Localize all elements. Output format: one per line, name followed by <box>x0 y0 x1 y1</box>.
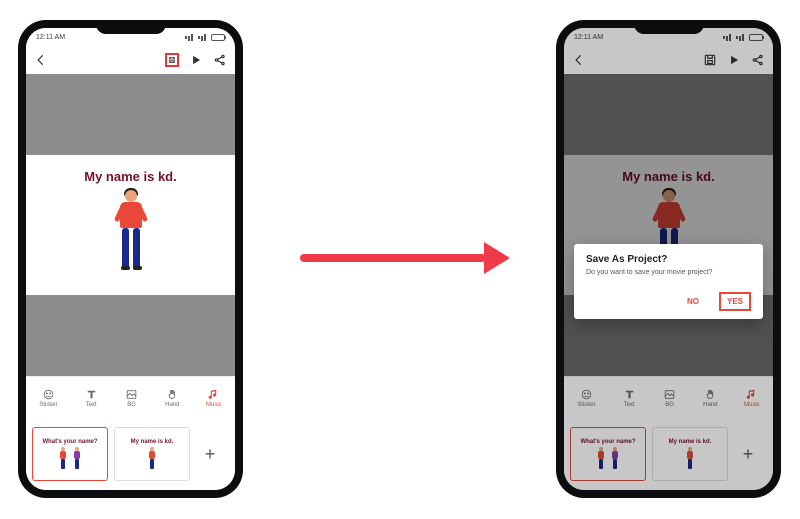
smile-icon <box>579 387 593 401</box>
bottom-toolbar: Sticker Text BG Hand Music <box>564 376 773 418</box>
tool-music[interactable]: Music <box>744 387 760 408</box>
music-icon <box>745 387 759 401</box>
save-project-icon[interactable] <box>703 53 717 67</box>
add-clip-button[interactable]: + <box>734 440 762 468</box>
modal-backdrop[interactable] <box>564 74 773 376</box>
tool-text[interactable]: Text <box>84 387 98 408</box>
tool-label: Music <box>206 402 222 408</box>
wifi-icon <box>736 34 746 41</box>
tool-label: Text <box>624 402 635 408</box>
status-time: 12:11 AM <box>574 34 603 41</box>
bg-icon <box>663 387 677 401</box>
clip-title: What's your name? <box>42 439 97 445</box>
music-icon <box>207 387 221 401</box>
save-project-dialog: Save As Project? Do you want to save you… <box>574 244 763 319</box>
tool-bg[interactable]: BG <box>663 387 677 408</box>
signal-icon <box>723 34 733 41</box>
bottom-toolbar: Sticker Text BG Hand Music <box>26 376 235 418</box>
share-icon[interactable] <box>213 53 227 67</box>
timeline-clip[interactable]: My name is kd. <box>652 427 728 481</box>
clip-title: My name is kd. <box>131 439 174 445</box>
share-icon[interactable] <box>751 53 765 67</box>
save-project-icon[interactable] <box>165 53 179 67</box>
clip-title: My name is kd. <box>669 439 712 445</box>
screen-after: 12:11 AM <box>564 28 773 490</box>
tool-sticker[interactable]: Sticker <box>39 387 57 408</box>
tool-hand[interactable]: Hand <box>165 387 179 408</box>
tool-music[interactable]: Music <box>206 387 222 408</box>
tool-label: Sticker <box>577 402 595 408</box>
slide-title: My name is kd. <box>84 169 176 184</box>
status-time: 12:11 AM <box>36 34 65 41</box>
current-slide[interactable]: My name is kd. <box>26 155 235 295</box>
tool-label: Hand <box>703 402 717 408</box>
app-bar <box>26 46 235 74</box>
dialog-no-button[interactable]: NO <box>681 294 705 309</box>
timeline[interactable]: What's your name? My name is kd. + <box>26 418 235 490</box>
bg-icon <box>125 387 139 401</box>
phone-frame-before: 12:11 AM <box>18 20 243 498</box>
dialog-actions: NO YES <box>586 292 751 311</box>
tool-sticker[interactable]: Sticker <box>577 387 595 408</box>
tool-label: Sticker <box>39 402 57 408</box>
status-indicators <box>185 34 225 41</box>
wifi-icon <box>198 34 208 41</box>
timeline-clip[interactable]: What's your name? <box>570 427 646 481</box>
editor-canvas: My name is kd. Save As Project? Do you w… <box>564 74 773 376</box>
dialog-yes-button[interactable]: YES <box>719 292 751 311</box>
hand-icon <box>165 387 179 401</box>
tool-label: Hand <box>165 402 179 408</box>
phone-frame-after: 12:11 AM <box>556 20 781 498</box>
smile-icon <box>41 387 55 401</box>
phone-notch <box>634 20 704 34</box>
character-sticker[interactable] <box>111 190 151 268</box>
back-icon[interactable] <box>572 53 586 67</box>
signal-icon <box>185 34 195 41</box>
tool-bg[interactable]: BG <box>125 387 139 408</box>
tool-text[interactable]: Text <box>622 387 636 408</box>
tool-label: Music <box>744 402 760 408</box>
text-icon <box>622 387 636 401</box>
battery-icon <box>211 34 225 41</box>
clip-title: What's your name? <box>580 439 635 445</box>
dialog-title: Save As Project? <box>586 254 751 265</box>
battery-icon <box>749 34 763 41</box>
hand-icon <box>703 387 717 401</box>
timeline-clip[interactable]: My name is kd. <box>114 427 190 481</box>
play-icon[interactable] <box>727 53 741 67</box>
timeline-clip[interactable]: What's your name? <box>32 427 108 481</box>
tool-label: BG <box>127 402 136 408</box>
timeline: What's your name? My name is kd. + <box>564 418 773 490</box>
play-icon[interactable] <box>189 53 203 67</box>
tutorial-two-phones: 12:11 AM <box>0 0 800 519</box>
tool-label: BG <box>665 402 674 408</box>
text-icon <box>84 387 98 401</box>
tool-hand[interactable]: Hand <box>703 387 717 408</box>
status-indicators <box>723 34 763 41</box>
back-icon[interactable] <box>34 53 48 67</box>
tool-label: Text <box>86 402 97 408</box>
screen-before: 12:11 AM <box>26 28 235 490</box>
app-bar <box>564 46 773 74</box>
add-clip-button[interactable]: + <box>196 440 224 468</box>
transition-arrow <box>300 248 510 268</box>
dialog-message: Do you want to save your movie project? <box>586 269 751 276</box>
phone-notch <box>96 20 166 34</box>
editor-canvas[interactable]: My name is kd. <box>26 74 235 376</box>
